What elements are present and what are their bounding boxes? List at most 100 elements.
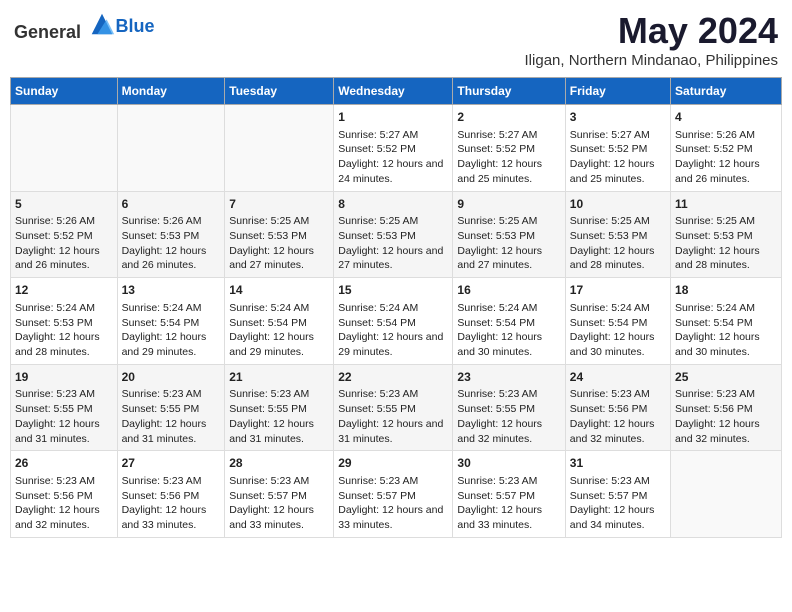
sunset-text: Sunset: 5:54 PM <box>229 317 307 329</box>
sunrise-text: Sunrise: 5:23 AM <box>15 388 95 400</box>
day-number: 1 <box>338 109 448 126</box>
day-number: 30 <box>457 455 560 472</box>
daylight-text: Daylight: 12 hours and 26 minutes. <box>15 245 100 272</box>
sunset-text: Sunset: 5:52 PM <box>457 143 535 155</box>
daylight-text: Daylight: 12 hours and 32 minutes. <box>675 418 760 445</box>
day-cell-11: 11Sunrise: 5:25 AMSunset: 5:53 PMDayligh… <box>671 191 782 278</box>
day-number: 2 <box>457 109 560 126</box>
sunset-text: Sunset: 5:54 PM <box>457 317 535 329</box>
daylight-text: Daylight: 12 hours and 29 minutes. <box>229 331 314 358</box>
day-cell-9: 9Sunrise: 5:25 AMSunset: 5:53 PMDaylight… <box>453 191 565 278</box>
calendar-table: SundayMondayTuesdayWednesdayThursdayFrid… <box>10 77 782 538</box>
weekday-header-thursday: Thursday <box>453 78 565 105</box>
sunset-text: Sunset: 5:55 PM <box>122 403 200 415</box>
day-cell-3: 3Sunrise: 5:27 AMSunset: 5:52 PMDaylight… <box>565 105 670 192</box>
week-row-4: 19Sunrise: 5:23 AMSunset: 5:55 PMDayligh… <box>11 364 782 451</box>
day-cell-1: 1 Sunrise: 5:27 AM Sunset: 5:52 PM Daylight… <box>334 105 453 192</box>
sunrise-text: Sunrise: 5:25 AM <box>570 215 650 227</box>
week-row-2: 5Sunrise: 5:26 AMSunset: 5:52 PMDaylight… <box>11 191 782 278</box>
day-cell-7: 7Sunrise: 5:25 AMSunset: 5:53 PMDaylight… <box>225 191 334 278</box>
day-number: 12 <box>15 282 113 299</box>
day-number: 15 <box>338 282 448 299</box>
day-number: 8 <box>338 196 448 213</box>
day-cell-2: 2Sunrise: 5:27 AMSunset: 5:52 PMDaylight… <box>453 105 565 192</box>
daylight-text: Daylight: 12 hours and 25 minutes. <box>570 158 655 185</box>
day-cell-31: 31Sunrise: 5:23 AMSunset: 5:57 PMDayligh… <box>565 451 670 538</box>
sunset-text: Sunset: 5:56 PM <box>570 403 648 415</box>
sunset-text: Sunset: 5:57 PM <box>338 490 416 502</box>
sunset-text: Sunset: 5:54 PM <box>675 317 753 329</box>
day-cell-10: 10 Sunrise: 5:25 AM Sunset: 5:53 PM Dayligh… <box>565 191 670 278</box>
sunrise-text: Sunrise: 5:23 AM <box>570 388 650 400</box>
day-number: 27 <box>122 455 221 472</box>
sunset-text: Sunset: 5:57 PM <box>229 490 307 502</box>
sunrise-text: Sunrise: 5:25 AM <box>229 215 309 227</box>
sunrise-text: Sunrise: 5:27 AM <box>338 129 418 141</box>
day-cell-12: 12Sunrise: 5:24 AMSunset: 5:53 PMDayligh… <box>11 278 118 365</box>
day-cell-5: 5Sunrise: 5:26 AMSunset: 5:52 PMDaylight… <box>11 191 118 278</box>
day-number: 3 <box>570 109 666 126</box>
sunrise-text: Sunrise: 5:26 AM <box>675 129 755 141</box>
daylight-text: Daylight: 12 hours and 32 minutes. <box>15 504 100 531</box>
daylight-text: Daylight: 12 hours and 33 minutes. <box>122 504 207 531</box>
day-number: 13 <box>122 282 221 299</box>
sunset-text: Sunset: 5:52 PM <box>675 143 753 155</box>
daylight-text: Daylight: 12 hours and 31 minutes. <box>229 418 314 445</box>
sunrise-text: Sunrise: 5:23 AM <box>570 475 650 487</box>
day-number: 4 <box>675 109 777 126</box>
weekday-header-sunday: Sunday <box>11 78 118 105</box>
sunset-text: Sunset: 5:53 PM <box>675 230 753 242</box>
daylight-text: Daylight: 12 hours and 32 minutes. <box>570 418 655 445</box>
sunrise-text: Sunrise: 5:24 AM <box>229 302 309 314</box>
title-area: May 2024 Iligan, Northern Mindanao, Phil… <box>525 10 778 69</box>
sunset-text: Sunset: 5:56 PM <box>15 490 93 502</box>
sunset-text: Sunset: 5:52 PM <box>570 143 648 155</box>
week-row-1: 1 Sunrise: 5:27 AM Sunset: 5:52 PM Daylight… <box>11 105 782 192</box>
sunset-text: Sunset: 5:53 PM <box>457 230 535 242</box>
daylight-text: Daylight: 12 hours and 29 minutes. <box>122 331 207 358</box>
sunrise-text: Sunrise: 5:25 AM <box>675 215 755 227</box>
daylight-text: Daylight: 12 hours and 28 minutes. <box>570 245 655 272</box>
day-cell-17: 17Sunrise: 5:24 AMSunset: 5:54 PMDayligh… <box>565 278 670 365</box>
weekday-header-friday: Friday <box>565 78 670 105</box>
day-cell-20: 20Sunrise: 5:23 AMSunset: 5:55 PMDayligh… <box>117 364 225 451</box>
empty-cell <box>117 105 225 192</box>
daylight-text: Daylight: 12 hours and 32 minutes. <box>457 418 542 445</box>
weekday-header-saturday: Saturday <box>671 78 782 105</box>
day-cell-22: 22Sunrise: 5:23 AMSunset: 5:55 PMDayligh… <box>334 364 453 451</box>
day-cell-6: 6Sunrise: 5:26 AMSunset: 5:53 PMDaylight… <box>117 191 225 278</box>
sunrise-text: Sunrise: 5:24 AM <box>457 302 537 314</box>
weekday-header-row: SundayMondayTuesdayWednesdayThursdayFrid… <box>11 78 782 105</box>
sunset-text: Sunset: 5:55 PM <box>457 403 535 415</box>
daylight-text: Daylight: 12 hours and 24 minutes. <box>338 158 443 185</box>
sunset-text: Sunset: 5:53 PM <box>570 230 648 242</box>
day-cell-24: 24Sunrise: 5:23 AMSunset: 5:56 PMDayligh… <box>565 364 670 451</box>
logo-icon <box>88 10 116 38</box>
sunset-text: Sunset: 5:54 PM <box>338 317 416 329</box>
day-cell-25: 25Sunrise: 5:23 AMSunset: 5:56 PMDayligh… <box>671 364 782 451</box>
sunset-text: Sunset: 5:52 PM <box>338 143 416 155</box>
day-cell-29: 29Sunrise: 5:23 AMSunset: 5:57 PMDayligh… <box>334 451 453 538</box>
sunrise-text: Sunrise: 5:26 AM <box>122 215 202 227</box>
sunrise-text: Sunrise: 5:23 AM <box>457 475 537 487</box>
day-cell-15: 15Sunrise: 5:24 AMSunset: 5:54 PMDayligh… <box>334 278 453 365</box>
sunrise-text: Sunrise: 5:23 AM <box>338 388 418 400</box>
day-number: 28 <box>229 455 329 472</box>
sunrise-text: Sunrise: 5:26 AM <box>15 215 95 227</box>
daylight-text: Daylight: 12 hours and 33 minutes. <box>229 504 314 531</box>
day-cell-13: 13Sunrise: 5:24 AMSunset: 5:54 PMDayligh… <box>117 278 225 365</box>
day-cell-8: 8Sunrise: 5:25 AMSunset: 5:53 PMDaylight… <box>334 191 453 278</box>
day-cell-19: 19Sunrise: 5:23 AMSunset: 5:55 PMDayligh… <box>11 364 118 451</box>
empty-cell <box>11 105 118 192</box>
daylight-text: Daylight: 12 hours and 27 minutes. <box>229 245 314 272</box>
day-cell-28: 28Sunrise: 5:23 AMSunset: 5:57 PMDayligh… <box>225 451 334 538</box>
sunset-text: Sunset: 5:57 PM <box>457 490 535 502</box>
day-number: 5 <box>15 196 113 213</box>
day-cell-21: 21Sunrise: 5:23 AMSunset: 5:55 PMDayligh… <box>225 364 334 451</box>
sunrise-text: Sunrise: 5:23 AM <box>229 388 309 400</box>
sunset-text: Sunset: 5:53 PM <box>15 317 93 329</box>
sunrise-text: Sunrise: 5:25 AM <box>457 215 537 227</box>
weekday-header-monday: Monday <box>117 78 225 105</box>
day-number: 10 <box>570 196 666 213</box>
day-number: 9 <box>457 196 560 213</box>
